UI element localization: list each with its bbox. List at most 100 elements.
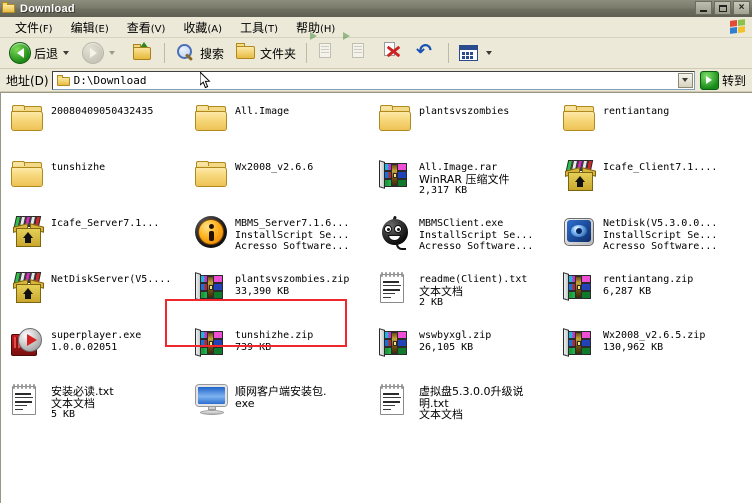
file-item[interactable]: Icafe_Server7.1... [9, 213, 187, 265]
file-list-pane[interactable]: 20080409050432435 All.Image plantsvszombie… [0, 92, 752, 503]
file-detail-line-2: 1.0.0.02051 [51, 341, 118, 353]
window-title: Download [20, 2, 75, 15]
file-labels: 20080409050432435 [51, 103, 153, 118]
installshield-info-icon [195, 216, 229, 250]
file-item[interactable]: superplayer.exe 1.0.0.02051 [9, 325, 187, 377]
search-icon [175, 42, 197, 64]
move-to-folder-icon [310, 32, 339, 64]
go-button[interactable]: 转到 [698, 70, 750, 90]
search-button[interactable]: 搜索 [170, 39, 229, 67]
file-labels: plantsvszombies [419, 103, 509, 118]
address-label: 地址(D) [6, 73, 49, 88]
undo-button[interactable]: ↶ [411, 39, 443, 67]
file-item[interactable]: wswbyxgl.zip 26,105 KB [377, 325, 555, 377]
file-name: tunshizhe.zip [235, 330, 314, 341]
file-item[interactable]: plantsvszombies [377, 101, 555, 153]
file-detail-line-2: InstallScript Se... [419, 229, 534, 241]
file-item[interactable]: Wx2008_v2.6.5.zip 130,962 KB [561, 325, 739, 377]
minimize-button[interactable] [695, 1, 712, 15]
file-name: NetDisk(V5.3.0.0... [603, 218, 718, 229]
file-name: rentiantang [603, 106, 670, 117]
file-item[interactable]: Icafe_Client7.1.... [561, 157, 739, 209]
file-item[interactable]: 20080409050432435 [9, 101, 187, 153]
file-item[interactable]: NetDisk(V5.3.0.0... InstallScript Se... Ac… [561, 213, 739, 265]
copy-to-button[interactable] [343, 32, 377, 67]
menu-item-file[interactable]: 文件(F) [6, 17, 62, 38]
address-input[interactable]: D:\Download [51, 70, 695, 90]
file-item[interactable]: tunshizhe [9, 157, 187, 209]
file-item[interactable]: Wx2008_v2.6.6 [193, 157, 371, 209]
file-labels: plantsvszombies.zip 33,390 KB [235, 271, 349, 297]
forward-dropdown-icon[interactable] [109, 51, 116, 55]
back-dropdown-icon[interactable] [63, 51, 70, 55]
file-item[interactable]: NetDiskServer(V5.... [9, 269, 187, 321]
file-detail-line-2: 130,962 KB [603, 341, 664, 353]
menu-item-view[interactable]: 查看(V) [118, 17, 175, 38]
file-labels: 顺网客户端安装包. exe [235, 383, 327, 409]
views-button[interactable] [454, 39, 499, 67]
file-detail-line-3: 5 KB [51, 409, 76, 420]
views-dropdown-icon[interactable] [486, 51, 493, 55]
file-labels: 虚拟盘5.3.0.0升级说 明.txt 文本文档 [419, 383, 523, 421]
file-labels: superplayer.exe 1.0.0.02051 [51, 327, 141, 353]
blob-face-icon [379, 215, 413, 250]
file-item[interactable]: 顺网客户端安装包. exe [193, 381, 371, 433]
address-dropdown-button[interactable] [677, 72, 693, 88]
views-icon [459, 42, 481, 64]
go-button-label: 转到 [721, 73, 746, 88]
file-item[interactable]: 虚拟盘5.3.0.0升级说 明.txt 文本文档 [377, 381, 555, 433]
file-item[interactable]: rentiantang [561, 101, 739, 153]
delete-button[interactable] [378, 39, 410, 67]
file-labels: NetDisk(V5.3.0.0... InstallScript Se... Ac… [603, 215, 717, 253]
folder-icon [11, 104, 45, 138]
back-button[interactable]: 后退 [4, 39, 76, 67]
folder-icon [195, 160, 229, 194]
media-player-icon [11, 328, 45, 362]
file-item[interactable]: All.Image [193, 101, 371, 153]
toolbar-separator-1 [164, 43, 166, 63]
file-item[interactable]: 安装必读.txt 文本文档 5 KB [9, 381, 187, 433]
netdisk-icon [563, 216, 597, 250]
folders-button[interactable]: 文件夹 [230, 39, 301, 67]
file-cell-empty [561, 381, 739, 433]
file-name: readme(Client).txt [419, 274, 528, 285]
file-detail-line-2: 文本文档 [51, 396, 95, 410]
file-name: All.Image.rar [419, 162, 498, 173]
file-detail-line-2: 33,390 KB [235, 285, 290, 297]
file-labels: NetDiskServer(V5.... [51, 271, 171, 286]
file-item[interactable]: All.Image.rar WinRAR 压缩文件 2,317 KB [377, 157, 555, 209]
file-name: MBMS_Server7.1.6... [235, 218, 350, 229]
file-grid: 20080409050432435 All.Image plantsvszombie… [1, 93, 752, 503]
file-name: plantsvszombies [419, 106, 510, 117]
toolbar: 后退 搜索 文件夹 ↶ [0, 32, 752, 89]
file-detail-line-3: Acresso Software... [235, 241, 350, 252]
maximize-button[interactable] [714, 1, 731, 15]
menu-item-edit[interactable]: 编辑(E) [62, 17, 118, 38]
title-bar: Download × [0, 0, 752, 17]
file-item[interactable]: tunshizhe.zip 739 KB [193, 325, 371, 377]
file-name: Wx2008_v2.6.5.zip [603, 330, 706, 341]
file-item[interactable]: plantsvszombies.zip 33,390 KB [193, 269, 371, 321]
address-value: D:\Download [73, 73, 147, 87]
file-item[interactable]: MBMSClient.exe InstallScript Se... Acresso… [377, 213, 555, 265]
close-button[interactable]: × [733, 1, 750, 15]
address-folder-icon [56, 74, 70, 86]
window-controls: × [695, 1, 750, 15]
file-labels: All.Image.rar WinRAR 压缩文件 2,317 KB [419, 159, 510, 197]
forward-button[interactable] [77, 39, 122, 67]
copy-to-folder-icon [343, 32, 372, 64]
toolbar-separator-3 [448, 43, 450, 63]
file-detail-line-3: Acresso Software... [603, 241, 718, 252]
file-detail-line-3: 2 KB [419, 297, 444, 308]
move-to-button[interactable] [310, 32, 344, 67]
go-arrow-icon [699, 70, 719, 90]
menu-item-favorites[interactable]: 收藏(A) [174, 17, 231, 38]
file-item[interactable]: readme(Client).txt 文本文档 2 KB [377, 269, 555, 321]
file-name: superplayer.exe [51, 330, 142, 341]
file-item[interactable]: rentiantang.zip 6,287 KB [561, 269, 739, 321]
file-name: 安装必读.txt [51, 385, 114, 398]
file-item[interactable]: MBMS_Server7.1.6... InstallScript Se... Ac… [193, 213, 371, 265]
menu-item-tools[interactable]: 工具(T) [231, 17, 287, 38]
up-button[interactable] [127, 39, 159, 67]
file-labels: rentiantang.zip 6,287 KB [603, 271, 693, 297]
